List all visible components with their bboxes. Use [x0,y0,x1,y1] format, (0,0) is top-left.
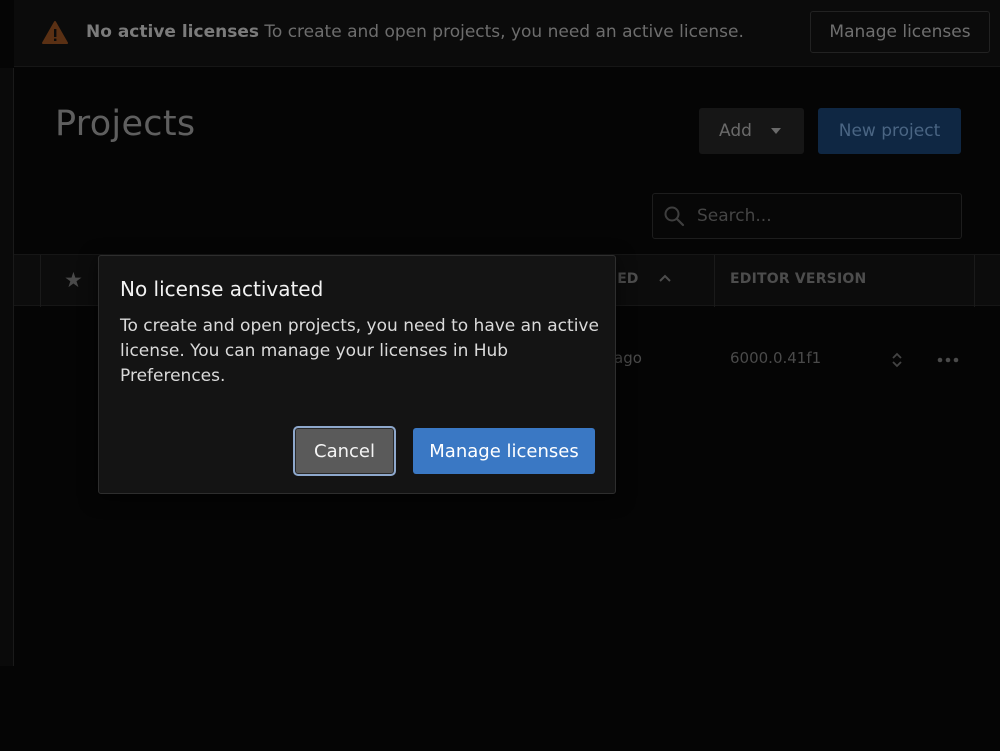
no-license-dialog: No license activated To create and open … [98,255,616,494]
column-divider [714,255,715,307]
search-input[interactable]: Search... [652,193,962,239]
manage-licenses-button[interactable]: Manage licenses [413,428,595,474]
project-editor-version: 6000.0.41f1 [730,349,822,367]
license-warning-banner: No active licenses To create and open pr… [14,0,1000,67]
column-divider [40,255,41,307]
sidebar-edge [0,68,14,666]
banner-title: No active licenses [86,22,259,42]
dialog-message: To create and open projects, you need to… [120,316,599,386]
add-button[interactable]: Add [699,108,804,154]
warning-icon [42,21,68,44]
search-placeholder: Search... [697,206,772,226]
cancel-button[interactable]: Cancel [293,426,396,476]
banner-manage-licenses-button[interactable]: Manage licenses [810,11,990,53]
dialog-title: No license activated [120,277,324,301]
banner-message: No active licenses To create and open pr… [86,20,744,44]
banner-description: To create and open projects, you need an… [264,22,744,42]
more-options-icon[interactable] [936,350,960,370]
new-project-button[interactable]: New project [818,108,961,154]
sort-ascending-icon[interactable] [658,273,672,283]
version-selector-icon[interactable] [890,350,904,370]
column-divider [974,255,975,307]
add-button-label: Add [719,121,752,141]
star-icon[interactable]: ★ [64,269,83,291]
caret-down-icon [771,128,781,134]
project-modified-time: ago [614,349,642,367]
search-icon [664,206,685,227]
page-title: Projects [55,104,196,144]
column-editor-version-header[interactable]: EDITOR VERSION [730,271,866,287]
